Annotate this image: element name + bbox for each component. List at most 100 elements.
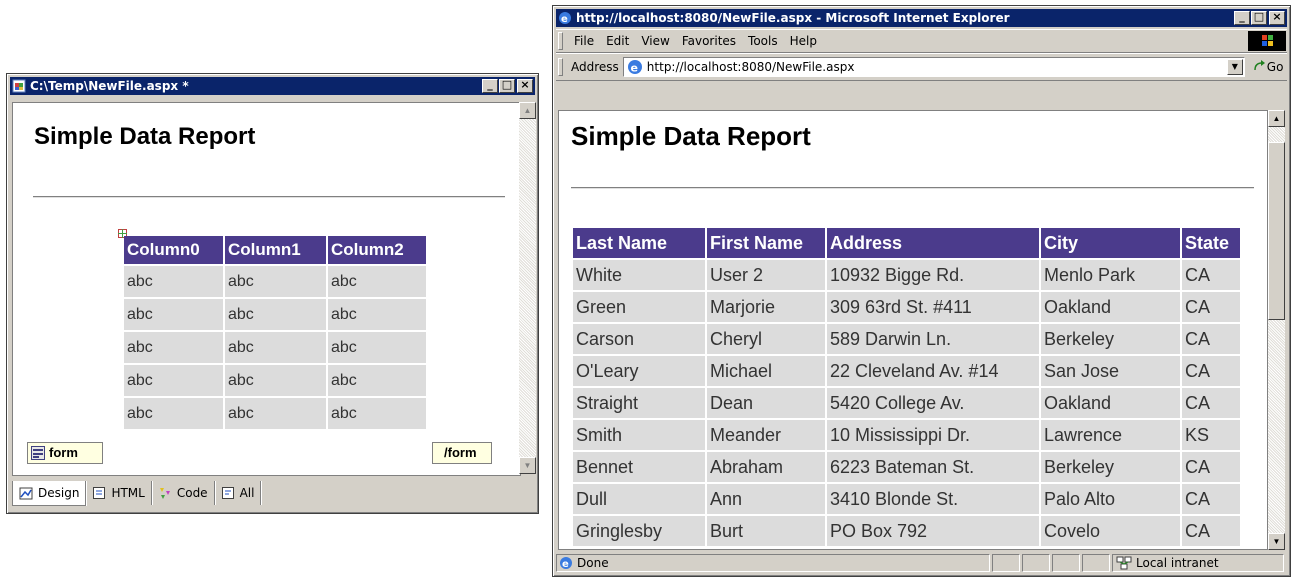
svg-text:e: e [562, 559, 569, 570]
go-arrow-icon [1254, 60, 1265, 71]
table-cell: 6223 Bateman St. [827, 452, 1039, 482]
designer-title: C:\Temp\NewFile.aspx * [30, 79, 189, 93]
table-row: abc abc abc [124, 299, 426, 330]
table-cell: Cheryl [707, 324, 825, 354]
address-dropdown[interactable]: ▼ [1226, 59, 1243, 75]
go-button[interactable]: Go [1253, 60, 1283, 74]
table-cell[interactable]: abc [328, 266, 426, 297]
browser-titlebar[interactable]: e http://localhost:8080/NewFile.aspx - M… [556, 9, 1287, 27]
designer-window: C:\Temp\NewFile.aspx * _ □ × Simple Data… [6, 73, 539, 514]
table-row: Smith Meander 10 Mississippi Dr. Lawrenc… [573, 420, 1240, 450]
table-cell: Berkeley [1041, 324, 1180, 354]
table-cell: Carson [573, 324, 705, 354]
scroll-down-arrow[interactable]: ▼ [519, 457, 536, 474]
table-cell: Straight [573, 388, 705, 418]
tab-code[interactable]: Code [152, 481, 215, 505]
table-cell: Michael [707, 356, 825, 386]
table-cell[interactable]: abc [225, 299, 326, 330]
page-heading: Simple Data Report [571, 121, 811, 151]
svg-text:e: e [561, 14, 568, 25]
menu-help[interactable]: Help [784, 34, 823, 48]
design-table[interactable]: Column0 Column1 Column2 abc abc abc abc … [122, 234, 428, 431]
table-cell[interactable]: abc [328, 365, 426, 396]
column-header: Last Name [573, 228, 705, 258]
status-panel [1022, 554, 1050, 572]
column-header[interactable]: Column0 [124, 236, 223, 264]
menu-tools[interactable]: Tools [742, 34, 784, 48]
designer-vertical-scrollbar[interactable]: ▲ ▼ [519, 102, 536, 474]
maximize-button[interactable]: □ [1251, 10, 1267, 25]
tab-design[interactable]: Design [12, 480, 87, 506]
table-cell: CA [1182, 452, 1240, 482]
scroll-down-arrow[interactable]: ▼ [1268, 533, 1285, 550]
menu-edit[interactable]: Edit [600, 34, 635, 48]
tab-all[interactable]: All [215, 481, 262, 505]
page-heading: Simple Data Report [34, 123, 256, 150]
table-cell: 22 Cleveland Av. #14 [827, 356, 1039, 386]
html-icon [93, 487, 106, 499]
browser-window: e http://localhost:8080/NewFile.aspx - M… [552, 5, 1291, 577]
table-cell: O'Leary [573, 356, 705, 386]
table-cell[interactable]: abc [225, 365, 326, 396]
form-close-tag[interactable]: /form [432, 442, 492, 464]
table-cell[interactable]: abc [328, 398, 426, 429]
browser-vertical-scrollbar[interactable]: ▲ ▼ [1268, 110, 1285, 550]
table-cell[interactable]: abc [225, 398, 326, 429]
browser-title: http://localhost:8080/NewFile.aspx - Mic… [576, 11, 1010, 25]
table-cell: CA [1182, 388, 1240, 418]
table-cell: Abraham [707, 452, 825, 482]
menu-favorites[interactable]: Favorites [676, 34, 742, 48]
table-cell[interactable]: abc [124, 398, 223, 429]
table-cell[interactable]: abc [124, 299, 223, 330]
designer-titlebar[interactable]: C:\Temp\NewFile.aspx * _ □ × [10, 77, 535, 95]
tab-html[interactable]: HTML [86, 481, 152, 505]
table-cell: Oakland [1041, 388, 1180, 418]
table-cell[interactable]: abc [225, 266, 326, 297]
maximize-button[interactable]: □ [499, 78, 515, 93]
scroll-thumb[interactable] [1268, 142, 1285, 320]
table-cell[interactable]: abc [124, 332, 223, 363]
design-icon [19, 487, 33, 499]
table-cell[interactable]: abc [225, 332, 326, 363]
document-icon [12, 79, 26, 93]
table-cell: Berkeley [1041, 452, 1180, 482]
menu-file[interactable]: File [568, 34, 600, 48]
table-row: abc abc abc [124, 332, 426, 363]
table-cell[interactable]: abc [328, 332, 426, 363]
table-cell: 5420 College Av. [827, 388, 1039, 418]
scroll-up-arrow[interactable]: ▲ [519, 102, 536, 119]
table-cell: Gringlesby [573, 516, 705, 546]
table-cell[interactable]: abc [124, 365, 223, 396]
toolbar-grip[interactable] [558, 32, 563, 50]
table-cell[interactable]: abc [328, 299, 426, 330]
zone-panel: Local intranet [1112, 554, 1284, 572]
close-button[interactable]: × [1269, 10, 1285, 25]
design-canvas[interactable]: Simple Data Report Column0 Column1 Colum… [12, 102, 521, 476]
table-row: Straight Dean 5420 College Av. Oakland C… [573, 388, 1240, 418]
toolbar-grip[interactable] [558, 58, 563, 76]
close-button[interactable]: × [517, 78, 533, 93]
form-open-tag[interactable]: form [27, 442, 103, 464]
table-cell: 3410 Blonde St. [827, 484, 1039, 514]
column-header[interactable]: Column1 [225, 236, 326, 264]
status-panel [992, 554, 1020, 572]
table-row: O'Leary Michael 22 Cleveland Av. #14 San… [573, 356, 1240, 386]
table-cell: Burt [707, 516, 825, 546]
table-row: White User 2 10932 Bigge Rd. Menlo Park … [573, 260, 1240, 290]
svg-text:e: e [630, 62, 637, 75]
table-cell: 589 Darwin Ln. [827, 324, 1039, 354]
minimize-button[interactable]: _ [482, 78, 498, 93]
table-cell: Bennet [573, 452, 705, 482]
menu-view[interactable]: View [635, 34, 675, 48]
address-label: Address [571, 60, 619, 74]
table-cell: Covelo [1041, 516, 1180, 546]
scroll-up-arrow[interactable]: ▲ [1268, 110, 1285, 127]
table-cell: Green [573, 292, 705, 322]
minimize-button[interactable]: _ [1234, 10, 1250, 25]
address-input[interactable]: e http://localhost:8080/NewFile.aspx ▼ [622, 57, 1245, 77]
table-cell[interactable]: abc [124, 266, 223, 297]
table-cell: Lawrence [1041, 420, 1180, 450]
intranet-icon [1116, 556, 1132, 570]
page-content[interactable]: Simple Data Report Last Name First Name … [558, 110, 1268, 550]
column-header[interactable]: Column2 [328, 236, 426, 264]
